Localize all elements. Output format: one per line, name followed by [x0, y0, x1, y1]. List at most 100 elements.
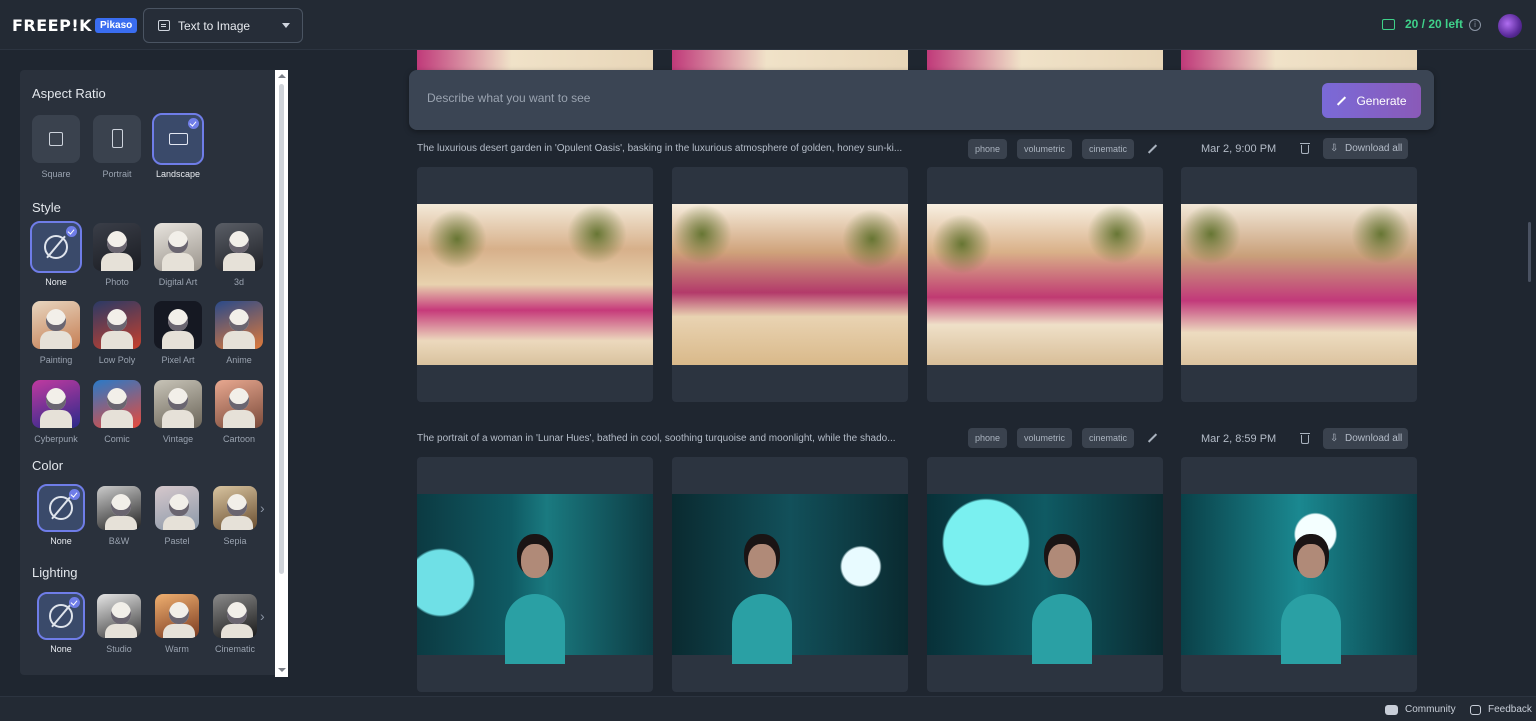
generated-image[interactable] [417, 494, 653, 664]
generated-image-card[interactable] [417, 167, 653, 402]
style-low-poly[interactable]: Low Poly [92, 301, 142, 365]
page-scrollbar[interactable] [1528, 222, 1531, 282]
style-vintage[interactable]: Vintage [153, 380, 203, 444]
none-icon [44, 235, 68, 259]
check-icon [66, 226, 77, 237]
discord-icon [1385, 704, 1398, 715]
sidebar-scrollbar-thumb[interactable] [279, 84, 284, 574]
style-3d[interactable]: 3d [214, 223, 264, 287]
generation-description: The luxurious desert garden in 'Opulent … [417, 143, 903, 154]
tag-chip: phone [968, 139, 1008, 159]
lighting-cinematic[interactable]: Cinematic [210, 594, 260, 654]
aspect-portrait[interactable]: Portrait [92, 115, 142, 179]
generated-image-card[interactable] [1181, 167, 1417, 402]
chevron-down-icon [282, 23, 290, 28]
feedback-link[interactable]: Feedback [1470, 704, 1532, 715]
lighting-title: Lighting [32, 565, 78, 580]
tag-chip: phone [968, 428, 1008, 448]
generated-image[interactable] [672, 204, 908, 365]
image-icon [1382, 18, 1395, 30]
none-icon [49, 604, 73, 628]
generated-image-card[interactable] [927, 457, 1163, 692]
freepik-logo[interactable]: FREEP!K [12, 16, 92, 35]
edit-icon[interactable] [1147, 144, 1158, 154]
tag-chip: volumetric [1017, 139, 1073, 159]
generated-image[interactable] [417, 204, 653, 365]
prompt-bar: Generate [409, 70, 1434, 130]
scroll-up-arrow[interactable] [278, 74, 286, 78]
style-digital-art[interactable]: Digital Art [153, 223, 203, 287]
credits-text: 20 / 20 left [1405, 17, 1464, 31]
check-icon [69, 489, 80, 500]
generated-image-card[interactable] [417, 457, 653, 692]
tag-chip: cinematic [1082, 139, 1135, 159]
lighting-none[interactable]: None [36, 592, 86, 654]
magic-wand-icon [1337, 95, 1347, 106]
user-avatar[interactable] [1498, 14, 1522, 38]
style-anime[interactable]: Anime [214, 301, 264, 365]
info-icon[interactable]: i [1469, 19, 1481, 31]
landscape-icon [169, 133, 188, 145]
style-title: Style [32, 200, 61, 215]
mode-dropdown-label: Text to Image [178, 18, 251, 33]
community-link[interactable]: Community [1385, 704, 1456, 715]
style-none[interactable]: None [30, 221, 82, 287]
color-title: Color [32, 458, 64, 473]
edit-icon[interactable] [1147, 433, 1158, 443]
portrait-icon [112, 129, 123, 148]
generated-image-card[interactable] [1181, 457, 1417, 692]
color-pastel[interactable]: Pastel [152, 486, 202, 546]
check-icon [188, 118, 199, 129]
chat-icon [1470, 704, 1481, 715]
generated-image[interactable] [672, 494, 908, 664]
generation-time: Mar 2, 9:00 PM [1201, 143, 1277, 155]
generation-description: The portrait of a woman in 'Lunar Hues',… [417, 433, 896, 444]
pikaso-badge: Pikaso [95, 18, 138, 33]
lighting-studio[interactable]: Studio [94, 594, 144, 654]
scroll-down-arrow[interactable] [278, 668, 286, 672]
prompt-input[interactable] [427, 91, 1277, 105]
generate-button[interactable]: Generate [1322, 83, 1421, 118]
credits-indicator: 20 / 20 left [1382, 17, 1463, 31]
lighting-warm[interactable]: Warm [152, 594, 202, 654]
square-icon [49, 132, 63, 146]
aspect-ratio-title: Aspect Ratio [32, 86, 106, 101]
text-image-icon [158, 20, 170, 31]
generated-image-card[interactable] [672, 167, 908, 402]
generated-image-card[interactable] [672, 457, 908, 692]
previous-image[interactable] [927, 50, 1163, 70]
style-comic[interactable]: Comic [92, 380, 142, 444]
previous-image[interactable] [417, 50, 653, 70]
style-pixel-art[interactable]: Pixel Art [153, 301, 203, 365]
generated-image-card[interactable] [927, 167, 1163, 402]
chevron-right-icon[interactable]: › [260, 608, 265, 624]
download-all-button[interactable]: Download all [1323, 428, 1409, 449]
tag-chip: cinematic [1082, 428, 1135, 448]
aspect-square[interactable]: Square [31, 115, 81, 179]
generated-image[interactable] [927, 494, 1163, 664]
color-none[interactable]: None [36, 484, 86, 546]
none-icon [49, 496, 73, 520]
generated-image[interactable] [1181, 204, 1417, 365]
generated-image[interactable] [927, 204, 1163, 365]
download-all-button[interactable]: Download all [1323, 138, 1409, 159]
bottom-bar: Community Feedback [0, 696, 1536, 721]
top-bar: FREEP!K Pikaso Text to Image 20 / 20 lef… [0, 0, 1536, 50]
settings-sidebar: Aspect Ratio Square Portrait Landscape S… [20, 70, 288, 675]
color-bw[interactable]: B&W [94, 486, 144, 546]
style-painting[interactable]: Painting [31, 301, 81, 365]
previous-image[interactable] [1181, 50, 1417, 70]
previous-image[interactable] [672, 50, 908, 70]
generated-image[interactable] [1181, 494, 1417, 664]
color-sepia[interactable]: Sepia [210, 486, 260, 546]
style-cyberpunk[interactable]: Cyberpunk [31, 380, 81, 444]
trash-icon[interactable] [1300, 433, 1310, 444]
tag-chip: volumetric [1017, 428, 1073, 448]
mode-dropdown[interactable]: Text to Image [143, 8, 303, 43]
trash-icon[interactable] [1300, 143, 1310, 154]
aspect-landscape[interactable]: Landscape [152, 113, 204, 179]
style-cartoon[interactable]: Cartoon [214, 380, 264, 444]
generation-time: Mar 2, 8:59 PM [1201, 433, 1277, 445]
style-photo[interactable]: Photo [92, 223, 142, 287]
chevron-right-icon[interactable]: › [260, 500, 265, 516]
